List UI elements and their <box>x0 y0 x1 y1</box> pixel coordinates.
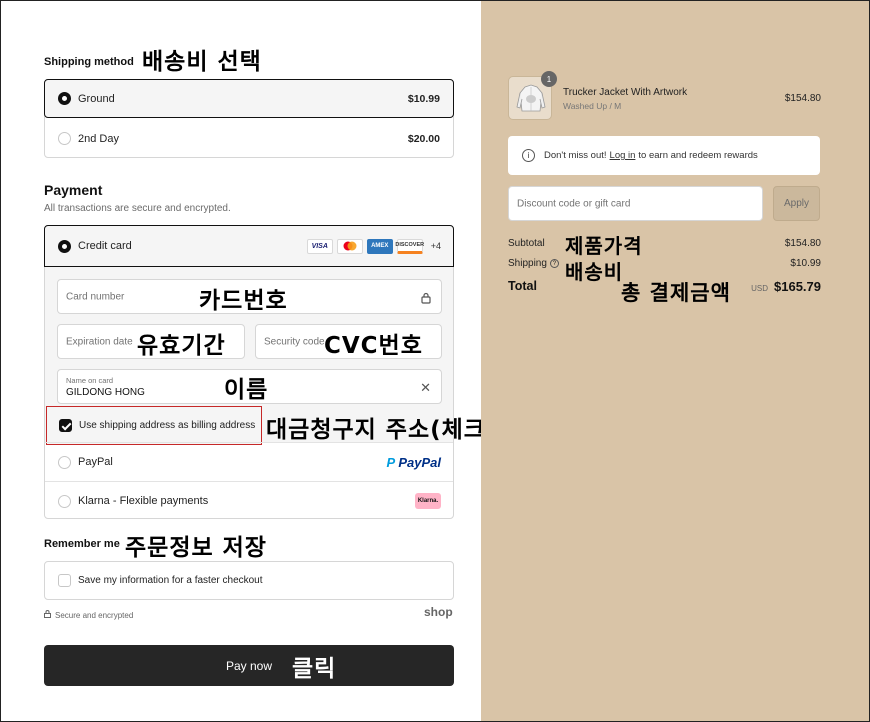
shipping-options: Ground $10.99 2nd Day $20.00 <box>44 79 454 158</box>
card-number-annotation: 카드번호 <box>199 288 288 314</box>
klarna-logo: Klarna. <box>415 493 441 509</box>
product-variant: Washed Up / M <box>563 101 622 111</box>
notice-text-pre: Don't miss out! <box>544 150 607 161</box>
save-info-label: Save my information for a faster checkou… <box>78 575 263 586</box>
total-value-group: USD $165.79 <box>751 279 821 294</box>
lock-icon <box>44 610 51 620</box>
shop-logo: shop <box>424 605 453 619</box>
payment-methods: Credit card VISA AMEX DISCOVER +4 Card n… <box>44 225 513 520</box>
apply-button[interactable]: Apply <box>773 186 820 221</box>
card-number-placeholder: Card number <box>66 291 125 302</box>
shipping-annotation-summary: 배송비 <box>565 260 624 284</box>
mastercard-icon <box>336 238 363 254</box>
pay-now-button[interactable]: Pay now <box>44 645 454 686</box>
notice-text-post: to earn and redeem rewards <box>638 150 758 161</box>
shipping-option-label: 2nd Day <box>78 132 119 145</box>
billing-annotation: 대금청구지 주소(체크o) <box>266 417 515 443</box>
payment-subtitle: All transactions are secure and encrypte… <box>44 203 231 214</box>
visa-icon: VISA <box>306 238 333 254</box>
paypal-logo-text: PayPal <box>398 454 441 470</box>
discover-icon: DISCOVER <box>395 238 424 254</box>
total-label: Total <box>508 279 537 293</box>
shipping-annotation: 배송비 선택 <box>142 49 262 75</box>
secure-text: Secure and encrypted <box>55 610 134 620</box>
credit-card-label: Credit card <box>78 240 132 252</box>
remember-annotation: 주문정보 저장 <box>125 535 267 561</box>
security-placeholder: Security code <box>264 336 325 347</box>
payment-option-paypal[interactable]: PayPal P PayPal <box>45 442 453 481</box>
save-info-row[interactable]: Save my information for a faster checkou… <box>44 561 454 600</box>
billing-address-checkbox-row[interactable]: Use shipping address as billing address <box>46 406 262 445</box>
apply-label: Apply <box>783 198 809 209</box>
expiration-placeholder: Expiration date <box>66 336 133 347</box>
discount-placeholder: Discount code or gift card <box>517 198 631 209</box>
product-thumbnail: 1 <box>508 71 557 120</box>
subtotal-value: $154.80 <box>784 238 821 249</box>
payment-option-credit-card[interactable]: Credit card VISA AMEX DISCOVER +4 <box>44 225 454 267</box>
radio-selected[interactable] <box>58 239 71 253</box>
expiration-annotation: 유효기간 <box>137 333 226 359</box>
shipping-option-label: Ground <box>78 92 115 105</box>
discount-input[interactable]: Discount code or gift card <box>508 186 763 221</box>
total-currency: USD <box>751 284 768 293</box>
lock-icon <box>421 291 431 309</box>
radio-unselected[interactable] <box>58 494 71 508</box>
shipping-label: Shipping <box>508 258 547 269</box>
pay-now-label: Pay now <box>225 658 273 673</box>
klarna-label: Klarna - Flexible payments <box>78 495 209 507</box>
billing-label: Use shipping address as billing address <box>79 420 256 431</box>
total-value: $165.79 <box>774 279 821 294</box>
checkout-form: Shipping method 배송비 선택 Ground $10.99 2nd… <box>1 1 513 721</box>
shipping-row: Shipping ? <box>508 258 559 269</box>
total-annotation: 총 결제금액 <box>621 281 731 305</box>
radio-unselected[interactable] <box>58 455 71 469</box>
shipping-option-2nd-day[interactable]: 2nd Day $20.00 <box>45 119 453 158</box>
help-icon[interactable]: ? <box>549 259 559 268</box>
paypal-logo: P PayPal <box>386 454 441 470</box>
rewards-notice: i Don't miss out! Log in to earn and red… <box>508 136 820 175</box>
shipping-option-ground[interactable]: Ground $10.99 <box>44 79 454 118</box>
paypal-label: PayPal <box>78 456 113 468</box>
radio-selected[interactable] <box>58 92 71 105</box>
quantity-badge: 1 <box>541 71 557 87</box>
billing-checkbox[interactable] <box>59 419 72 432</box>
name-annotation: 이름 <box>224 377 269 403</box>
security-annotation: CVC번호 <box>324 333 423 359</box>
save-info-checkbox[interactable] <box>58 574 71 587</box>
shipping-method-title: Shipping method <box>44 56 134 68</box>
radio-unselected[interactable] <box>58 132 71 145</box>
shipping-option-price: $20.00 <box>407 132 440 145</box>
pay-annotation: 클릭 <box>292 656 337 682</box>
card-brand-logos: VISA AMEX DISCOVER +4 <box>303 238 441 254</box>
more-brands: +4 <box>430 241 441 251</box>
clear-icon[interactable]: ✕ <box>420 380 431 396</box>
shipping-option-price: $10.99 <box>407 92 440 105</box>
remember-me-title: Remember me <box>44 538 120 550</box>
shipping-value: $10.99 <box>790 258 821 269</box>
order-summary: 1 Trucker Jacket With Artwork Washed Up … <box>481 1 869 721</box>
secure-note: Secure and encrypted <box>44 610 133 620</box>
product-price: $154.80 <box>784 93 821 104</box>
name-on-card-label: Name on card <box>66 376 114 385</box>
payment-title: Payment <box>44 182 103 198</box>
info-icon: i <box>522 149 535 162</box>
login-link[interactable]: Log in <box>610 150 636 161</box>
subtotal-label: Subtotal <box>508 238 545 249</box>
product-name: Trucker Jacket With Artwork <box>563 87 688 98</box>
amex-icon: AMEX <box>366 238 393 254</box>
subtotal-annotation: 제품가격 <box>565 234 643 258</box>
payment-option-klarna[interactable]: Klarna - Flexible payments Klarna. <box>45 481 453 520</box>
name-on-card-value: GILDONG HONG <box>66 387 145 398</box>
